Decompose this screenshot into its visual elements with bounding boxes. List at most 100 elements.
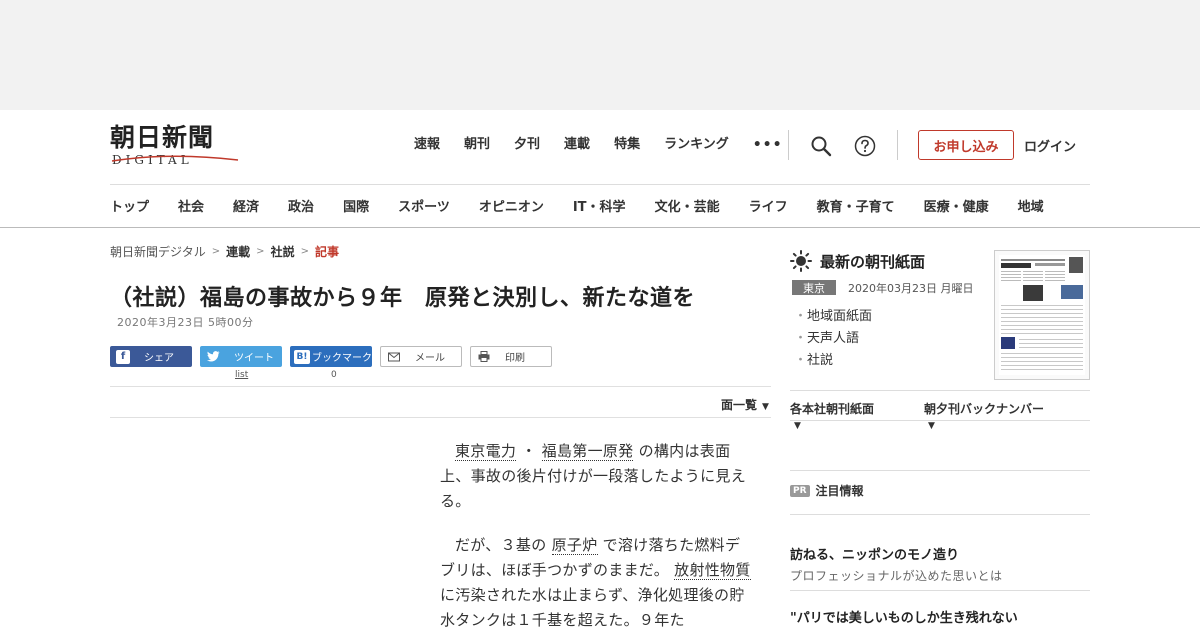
pr-label: 注目情報 <box>815 484 864 498</box>
breadcrumb-separator: > <box>256 246 265 257</box>
caret-down-icon: ▼ <box>762 402 769 412</box>
facebook-share-button[interactable]: f シェア <box>110 346 192 367</box>
category-region[interactable]: 地域 <box>1018 196 1044 215</box>
help-icon[interactable] <box>854 135 876 157</box>
page-list-dropdown[interactable]: 面一覧 ▼ <box>721 396 769 413</box>
topnav-item-tokushu[interactable]: 特集 <box>614 136 640 154</box>
header-divider <box>897 130 898 160</box>
sidebar-divider <box>790 420 1090 421</box>
top-nav: 速報 朝刊 夕刊 連載 特集 ランキング ••• <box>414 136 807 154</box>
category-education[interactable]: 教育・子育て <box>817 196 895 215</box>
paper-link-tenseijingo[interactable]: 天声人語 <box>794 328 872 350</box>
region-badge[interactable]: 東京 <box>792 280 836 295</box>
print-icon <box>477 350 491 364</box>
facebook-share-label: シェア <box>144 353 174 364</box>
category-sports[interactable]: スポーツ <box>398 196 450 215</box>
category-society[interactable]: 社会 <box>178 196 204 215</box>
more-menu-button[interactable]: ••• <box>753 136 783 154</box>
sidebar-divider <box>790 514 1090 515</box>
breadcrumb-separator: > <box>300 246 309 257</box>
category-international[interactable]: 国際 <box>343 196 369 215</box>
article-paragraph: 東京電力 ・ 福島第一原発 の構内は表面上、事故の後片付けが一段落したように見え… <box>440 439 752 514</box>
category-it-science[interactable]: IT・科学 <box>573 196 626 215</box>
search-icon[interactable] <box>810 135 832 157</box>
text-fragment: ・ <box>521 442 537 460</box>
text-fragment: に汚染された水は止まらず、浄化処理後の貯水タンクは１千基を超えた。９年た <box>440 586 745 629</box>
breadcrumb-item-series[interactable]: 連載 <box>226 243 250 260</box>
topnav-item-ranking[interactable]: ランキング <box>664 136 729 154</box>
breadcrumb-separator: > <box>211 246 221 257</box>
topnav-item-yukan[interactable]: 夕刊 <box>514 136 540 154</box>
logo-title: 朝日新聞 <box>110 123 215 152</box>
content-divider <box>110 386 771 387</box>
category-nav: トップ 社会 経済 政治 国際 スポーツ オピニオン IT・科学 文化・芸能 ラ… <box>110 196 1073 215</box>
breadcrumb-item-editorial[interactable]: 社説 <box>271 243 295 260</box>
newspaper-page-image <box>999 255 1085 375</box>
article-title: （社説）福島の事故から９年 原発と決別し、新たな道を <box>110 286 696 311</box>
keyword-link[interactable]: 東京電力 <box>455 442 517 461</box>
topnav-item-choukan[interactable]: 朝刊 <box>464 136 490 154</box>
paper-link-editorial[interactable]: 社説 <box>794 350 872 372</box>
article-body: 東京電力 ・ 福島第一原発 の構内は表面上、事故の後片付けが一段落したように見え… <box>440 439 752 630</box>
topnav-item-rensai[interactable]: 連載 <box>564 136 590 154</box>
paper-menu: 各本社朝刊紙面 ▼ 朝夕刊バックナンバー ▼ <box>790 400 1090 431</box>
page-list-label: 面一覧 <box>721 398 758 412</box>
category-life[interactable]: ライフ <box>749 196 788 215</box>
latest-paper-heading[interactable]: 最新の朝刊紙面 <box>790 250 925 272</box>
mail-share-button[interactable]: メール <box>380 346 462 367</box>
category-culture[interactable]: 文化・芸能 <box>655 196 720 215</box>
advertisement-area <box>0 0 1200 110</box>
article-date: 2020年3月23日 5時00分 <box>117 316 254 329</box>
mail-share-label: メール <box>415 353 445 364</box>
promo-title[interactable]: "パリでは美しいものしか生き残れない <box>790 607 1018 626</box>
login-link[interactable]: ログイン <box>1024 136 1076 155</box>
pr-section-header: PR 注目情報 <box>790 482 864 499</box>
header-divider-line <box>110 184 1090 185</box>
header-divider <box>788 130 789 160</box>
sidebar-divider <box>790 470 1090 471</box>
category-top[interactable]: トップ <box>110 196 149 215</box>
promo-title[interactable]: 訪ねる、ニッポンのモノ造り <box>790 544 959 563</box>
site-header: 朝日新聞 DIGITAL 速報 朝刊 夕刊 連載 特集 ランキング ••• お申… <box>0 110 1200 228</box>
hatena-bookmark-label: ブックマーク <box>312 353 372 364</box>
paper-links: 地域面紙面 天声人語 社説 <box>794 306 872 372</box>
category-health[interactable]: 医療・健康 <box>924 196 989 215</box>
print-button[interactable]: 印刷 <box>470 346 552 367</box>
category-opinion[interactable]: オピニオン <box>479 196 544 215</box>
facebook-icon: f <box>116 349 130 364</box>
twitter-list-link[interactable]: list <box>235 370 248 380</box>
topnav-item-sokuho[interactable]: 速報 <box>414 136 440 154</box>
regional-paper-label: 各本社朝刊紙面 <box>790 402 875 416</box>
hatena-bookmark-button[interactable]: B! ブックマーク <box>290 346 372 367</box>
keyword-link[interactable]: 放射性物質 <box>674 561 751 580</box>
site-logo[interactable]: 朝日新聞 DIGITAL <box>110 124 242 170</box>
regional-paper-dropdown[interactable]: 各本社朝刊紙面 ▼ <box>790 400 906 431</box>
sidebar-divider <box>790 390 1090 391</box>
twitter-share-button[interactable]: ツイート <box>200 346 282 367</box>
content-divider <box>110 417 771 418</box>
keyword-link[interactable]: 福島第一原発 <box>541 442 634 461</box>
breadcrumb-current: 記事 <box>314 245 339 259</box>
sun-icon <box>790 250 812 272</box>
category-politics[interactable]: 政治 <box>288 196 314 215</box>
pr-badge: PR <box>790 484 810 497</box>
backnumber-dropdown[interactable]: 朝夕刊バックナンバー ▼ <box>924 400 1072 431</box>
hatena-bookmark-count: 0 <box>331 370 337 380</box>
paper-link-local[interactable]: 地域面紙面 <box>794 306 872 328</box>
breadcrumb-item-home[interactable]: 朝日新聞デジタル <box>110 243 206 260</box>
logo-swoosh-icon <box>111 155 239 162</box>
breadcrumb: 朝日新聞デジタル > 連載 > 社説 > 記事 <box>110 243 339 260</box>
caret-down-icon: ▼ <box>794 421 801 431</box>
promo-subtitle[interactable]: プロフェッショナルが込めた思いとは <box>790 567 1003 584</box>
twitter-icon <box>206 350 220 364</box>
backnumber-label: 朝夕刊バックナンバー <box>924 402 1045 416</box>
hatena-icon: B! <box>294 349 310 364</box>
text-fragment: だが、３基の <box>455 536 547 554</box>
newspaper-thumbnail[interactable] <box>994 250 1090 380</box>
sidebar-divider <box>790 590 1090 591</box>
mail-icon <box>387 350 401 364</box>
keyword-link[interactable]: 原子炉 <box>551 536 598 555</box>
category-economy[interactable]: 経済 <box>233 196 259 215</box>
caret-down-icon: ▼ <box>928 421 935 431</box>
apply-button[interactable]: お申し込み <box>918 130 1014 160</box>
